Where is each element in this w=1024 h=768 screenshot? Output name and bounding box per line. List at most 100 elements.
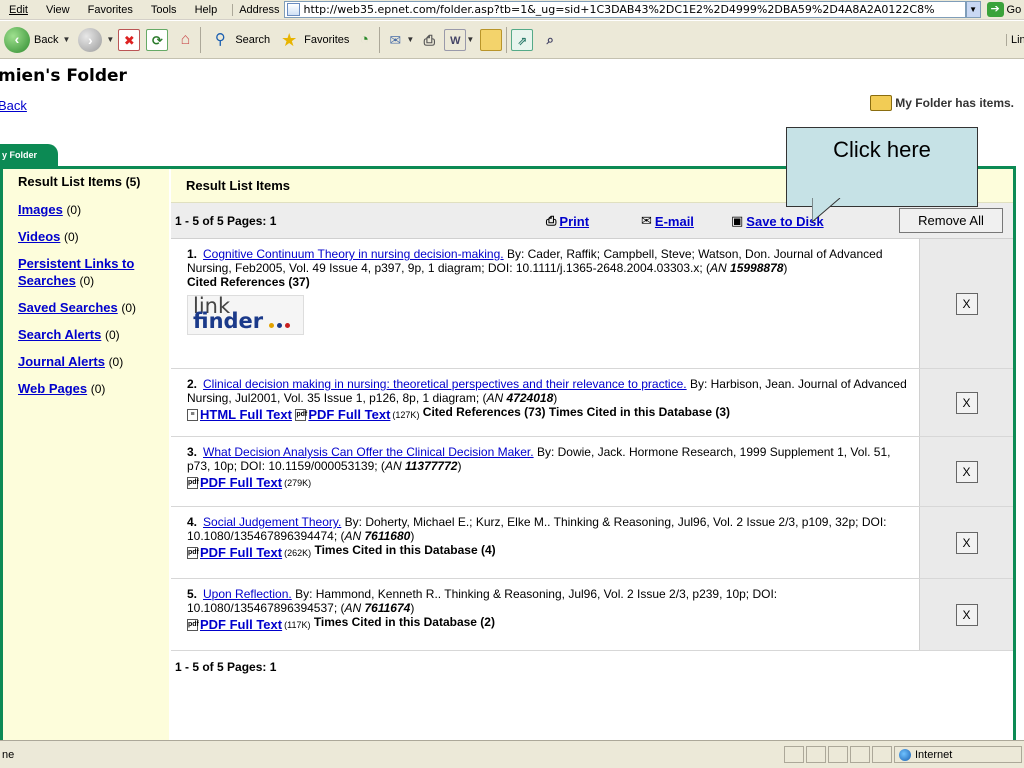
sidebar-link-search-alerts[interactable]: Search Alerts	[18, 327, 101, 342]
edit-dropdown-icon[interactable]: ▼	[466, 35, 474, 44]
status-pane	[872, 746, 892, 763]
linkfinder-dots-icon	[269, 323, 303, 328]
email-action[interactable]: ✉ E-mail	[641, 213, 694, 229]
result-number: 4.	[187, 515, 198, 529]
search-button[interactable]: ⚲ Search	[205, 29, 274, 51]
result-title-link[interactable]: Cognitive Continuum Theory in nursing de…	[203, 247, 504, 261]
research-icon[interactable]: ⌕	[539, 29, 561, 51]
links-label[interactable]: Links	[1006, 33, 1024, 46]
remove-item-button[interactable]: X	[955, 603, 978, 626]
sidebar-link-journal-alerts[interactable]: Journal Alerts	[18, 354, 105, 369]
remove-all-button[interactable]: Remove All	[899, 208, 1003, 233]
mail-icon[interactable]: ✉	[384, 29, 406, 51]
result-item: 2. Clinical decision making in nursing: t…	[171, 369, 1013, 437]
address-label: Address	[232, 3, 280, 16]
linkfinder-badge[interactable]: link finder	[187, 295, 304, 335]
remove-item-button[interactable]: X	[955, 460, 978, 483]
forward-arrow-icon: ›	[78, 27, 103, 52]
email-link[interactable]: E-mail	[655, 214, 694, 229]
menu-help[interactable]: Help	[186, 4, 227, 16]
globe-icon	[899, 748, 911, 761]
folder-sidebar: Result List Items (5) Images (0) Videos …	[3, 169, 169, 740]
sidebar-item-count: (0)	[66, 203, 82, 217]
status-pane	[850, 746, 870, 763]
print-link[interactable]: Print	[559, 214, 589, 229]
tab-my-folder[interactable]: y Folder	[0, 144, 58, 166]
file-size: (117K)	[284, 620, 311, 630]
print-action[interactable]: ⎙ Print	[546, 213, 589, 229]
messenger-icon[interactable]: ⇗	[511, 28, 534, 51]
sidebar-link-images[interactable]: Images	[18, 202, 63, 217]
html-full-text-link[interactable]: HTML Full Text	[200, 408, 292, 422]
save-disk-icon: ▣	[731, 213, 744, 228]
zone-label: Internet	[915, 748, 953, 761]
cited-references: Cited References (73)	[422, 405, 546, 419]
pdf-icon: pdf	[187, 477, 199, 489]
result-title-link[interactable]: Upon Reflection.	[203, 587, 292, 601]
menu-tools[interactable]: Tools	[142, 4, 186, 16]
back-link[interactable]: Back	[0, 98, 27, 113]
save-action[interactable]: ▣ Save to Disk	[731, 213, 824, 229]
folder-icon	[870, 95, 893, 111]
address-bar[interactable]: http://web35.epnet.com/folder.asp?tb=1&_…	[283, 1, 966, 18]
address-dropdown-icon[interactable]: ▼	[965, 1, 981, 18]
sidebar-item-count: (0)	[64, 230, 79, 244]
go-button[interactable]: ➔ Go	[986, 2, 1022, 17]
sidebar-link-saved-searches[interactable]: Saved Searches	[18, 300, 118, 315]
result-item: 3. What Decision Analysis Can Offer the C…	[171, 437, 1013, 507]
cited-references: Cited References (37)	[187, 275, 310, 289]
result-text: 2. Clinical decision making in nursing: t…	[187, 377, 907, 422]
word-icon[interactable]: W	[444, 28, 467, 51]
search-icon: ⚲	[214, 30, 226, 48]
pagination: 1 - 5 of 5 Pages: 1	[175, 213, 277, 228]
result-item: 5. Upon Reflection. By: Hammond, Kenneth …	[171, 579, 1013, 651]
forward-button[interactable]: › ▼	[74, 27, 118, 52]
back-dropdown-icon[interactable]: ▼	[62, 35, 70, 44]
sidebar-item-journal-alerts: Journal Alerts (0)	[18, 353, 169, 371]
stop-icon[interactable]: ✖	[118, 28, 141, 51]
pdf-full-text[interactable]: pdf PDF Full Text (279K)	[187, 476, 311, 490]
refresh-icon[interactable]: ⟳	[146, 28, 169, 51]
pdf-full-text-link[interactable]: PDF Full Text	[200, 546, 282, 560]
home-icon[interactable]: ⌂	[174, 29, 196, 51]
sidebar-item-saved-searches: Saved Searches (0)	[18, 299, 169, 317]
print-toolbar-icon[interactable]: ⎙	[418, 29, 440, 51]
accession-label: AN	[710, 261, 727, 275]
back-button[interactable]: ‹ Back ▼	[0, 26, 74, 53]
result-title-link[interactable]: Social Judgement Theory.	[203, 515, 341, 529]
folder-toolbar-icon[interactable]	[480, 28, 503, 51]
history-icon[interactable]: ◔	[353, 29, 375, 51]
menu-favorites[interactable]: Favorites	[79, 4, 142, 16]
sidebar-link-videos[interactable]: Videos	[18, 229, 60, 244]
print-icon: ⎙	[546, 213, 557, 228]
menu-view[interactable]: View	[37, 4, 79, 16]
favorites-button[interactable]: ★ Favorites	[274, 29, 353, 51]
remove-item-button[interactable]: X	[955, 531, 978, 554]
pdf-full-text-link[interactable]: PDF Full Text	[200, 618, 282, 632]
result-title-link[interactable]: Clinical decision making in nursing: the…	[203, 377, 687, 391]
sidebar-link-persistent-links[interactable]: Persistent Links to Searches	[18, 256, 134, 288]
remove-item-button[interactable]: X	[955, 391, 978, 414]
pdf-full-text[interactable]: pdf PDF Full Text (127K)	[295, 408, 419, 422]
sidebar-item-web-pages: Web Pages (0)	[18, 380, 169, 398]
pagination-bottom: 1 - 5 of 5 Pages: 1	[171, 651, 1013, 681]
pdf-full-text-link[interactable]: PDF Full Text	[308, 408, 390, 422]
security-zone: Internet	[894, 746, 1022, 763]
result-item: 1. Cognitive Continuum Theory in nursing …	[171, 239, 1013, 369]
go-label: Go	[1006, 3, 1022, 16]
sidebar-item-count: (0)	[90, 382, 106, 396]
forward-dropdown-icon[interactable]: ▼	[106, 35, 114, 44]
browser-toolbar: ‹ Back ▼ › ▼ ✖ ⟳ ⌂ ⚲ Search ★ Favorites …	[0, 21, 1024, 59]
times-cited: Times Cited in this Database (2)	[313, 615, 495, 629]
address-url: http://web35.epnet.com/folder.asp?tb=1&_…	[303, 3, 935, 16]
result-title-link[interactable]: What Decision Analysis Can Offer the Cli…	[203, 445, 534, 459]
menu-edit[interactable]: Edit	[0, 4, 37, 16]
mail-dropdown-icon[interactable]: ▼	[406, 35, 414, 44]
sidebar-link-web-pages[interactable]: Web Pages	[18, 381, 87, 396]
pdf-full-text[interactable]: pdf PDF Full Text (117K)	[187, 618, 310, 632]
pdf-full-text-link[interactable]: PDF Full Text	[200, 476, 282, 490]
html-full-text[interactable]: ≡ HTML Full Text	[187, 408, 292, 422]
menu-bar: Edit View Favorites Tools Help Address h…	[0, 0, 1024, 20]
remove-item-button[interactable]: X	[955, 292, 978, 315]
pdf-full-text[interactable]: pdf PDF Full Text (262K)	[187, 546, 311, 560]
